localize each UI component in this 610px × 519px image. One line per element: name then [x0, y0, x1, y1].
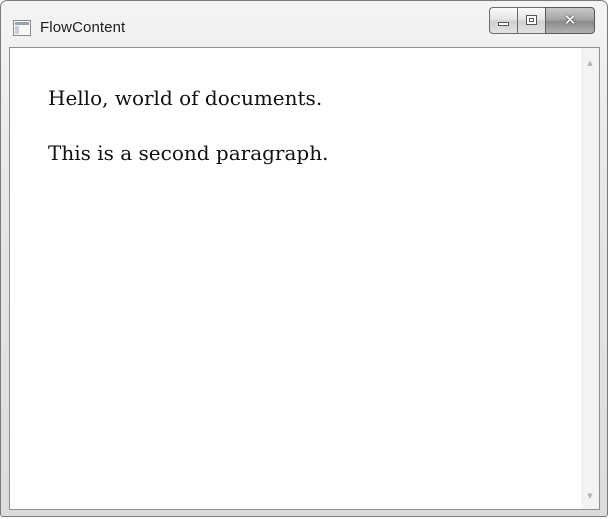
close-button[interactable]: ✕ — [545, 7, 595, 34]
caption-buttons: ✕ — [489, 7, 595, 34]
document-area[interactable]: Hello, world of documents. This is a sec… — [10, 48, 581, 509]
title-bar[interactable]: FlowContent ✕ — [1, 1, 607, 47]
scroll-up-arrow-icon[interactable]: ▲ — [581, 54, 599, 72]
app-icon-side — [15, 26, 19, 34]
minimize-icon — [498, 22, 509, 26]
app-icon-bar — [15, 22, 29, 25]
flow-document-viewer: Hello, world of documents. This is a sec… — [9, 47, 600, 510]
vertical-scrollbar[interactable]: ▲ ▼ — [581, 48, 599, 509]
window-title: FlowContent — [40, 19, 126, 36]
maximize-button[interactable] — [517, 7, 545, 34]
app-window: FlowContent ✕ Hello, world of documents.… — [0, 0, 608, 517]
scroll-down-arrow-icon[interactable]: ▼ — [581, 487, 599, 505]
paragraph-2: This is a second paragraph. — [48, 141, 329, 165]
close-icon: ✕ — [563, 11, 577, 29]
paragraph-1: Hello, world of documents. — [48, 86, 323, 110]
maximize-icon — [526, 15, 537, 25]
app-window-icon[interactable] — [13, 20, 31, 36]
minimize-button[interactable] — [489, 7, 517, 34]
